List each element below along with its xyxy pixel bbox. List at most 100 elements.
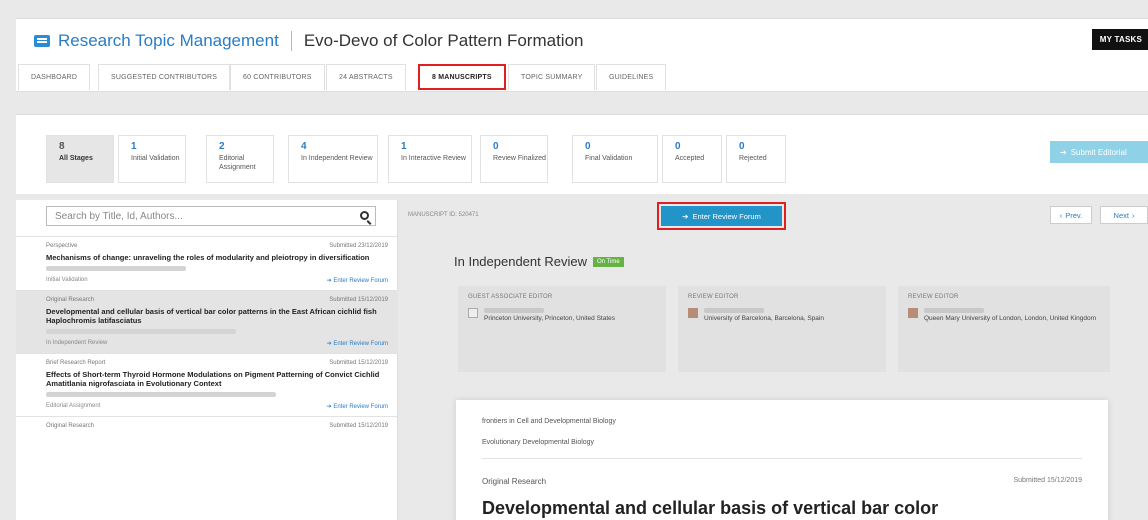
manuscript-list-panel: Search by Title, Id, Authors... Perspect… bbox=[16, 200, 398, 520]
status-text: In Independent Review bbox=[454, 254, 587, 269]
journal-name: frontiers in Cell and Developmental Biol… bbox=[482, 418, 616, 425]
stage-label: In Independent Review bbox=[301, 155, 373, 162]
stage-filter-all[interactable]: 8 All Stages bbox=[46, 135, 114, 183]
next-label: Next bbox=[1113, 210, 1129, 220]
enter-review-forum-link[interactable]: ➔ Enter Review Forum bbox=[327, 340, 388, 347]
editor-card-review-editor-1: REVIEW EDITOR University of Barcelona, B… bbox=[678, 286, 886, 372]
stage-count: 4 bbox=[301, 141, 307, 152]
tab-suggested-contributors[interactable]: SUGGESTED CONTRIBUTORS bbox=[98, 64, 231, 90]
stage-label: Rejected bbox=[739, 155, 767, 162]
divider bbox=[482, 458, 1082, 459]
manuscript-title[interactable]: Mechanisms of change: unraveling the rol… bbox=[46, 253, 388, 262]
manuscript-detail-panel: MANUSCRIPT ID: 520471 ➔ Enter Review For… bbox=[398, 200, 1148, 520]
stage-count: 0 bbox=[675, 141, 681, 152]
editor-institution: Princeton University, Princeton, United … bbox=[484, 315, 616, 322]
stage-filter-rejected[interactable]: 0 Rejected bbox=[726, 135, 786, 183]
authors-redacted bbox=[46, 266, 186, 271]
stage-filter-interactive-review[interactable]: 1 In Interactive Review bbox=[388, 135, 472, 183]
editor-institution: University of Barcelona, Barcelona, Spai… bbox=[704, 315, 824, 322]
stage-label: Review Finalized bbox=[493, 155, 546, 162]
stage-filter-panel: 8 All Stages 1 Initial Validation 2 Edit… bbox=[16, 114, 1148, 194]
manuscript-title[interactable]: Effects of Short-term Thyroid Hormone Mo… bbox=[46, 370, 388, 388]
authors-redacted bbox=[46, 329, 236, 334]
tab-contributors[interactable]: 60 CONTRIBUTORS bbox=[230, 64, 325, 90]
search-icon[interactable] bbox=[360, 211, 369, 220]
search-input[interactable]: Search by Title, Id, Authors... bbox=[46, 206, 376, 226]
avatar bbox=[908, 308, 918, 318]
stage-count: 0 bbox=[739, 141, 745, 152]
search-placeholder: Search by Title, Id, Authors... bbox=[55, 210, 183, 222]
enter-review-forum-button[interactable]: ➔ Enter Review Forum bbox=[657, 202, 786, 230]
manuscript-type: Perspective bbox=[46, 243, 78, 249]
submit-editorial-button[interactable]: ➔ Submit Editorial bbox=[1050, 141, 1148, 163]
stage-label: Initial Validation bbox=[131, 155, 180, 162]
avatar-placeholder-icon bbox=[468, 308, 478, 318]
manuscript-title: Developmental and cellular basis of vert… bbox=[482, 498, 939, 518]
manuscript-type: Brief Research Report bbox=[46, 360, 106, 366]
stage-label: In Interactive Review bbox=[401, 155, 466, 162]
editor-role: REVIEW EDITOR bbox=[688, 294, 739, 300]
stage-label: Final Validation bbox=[585, 155, 633, 162]
enter-review-forum-link[interactable]: ➔ Enter Review Forum bbox=[327, 403, 388, 410]
editor-name-redacted bbox=[924, 308, 984, 313]
stage-label: Editorial Assignment bbox=[219, 155, 256, 171]
tab-abstracts[interactable]: 24 ABSTRACTS bbox=[326, 64, 406, 90]
list-item[interactable]: Original Research Submitted 15/12/2019 D… bbox=[16, 290, 398, 353]
editor-card-review-editor-2: REVIEW EDITOR Queen Mary University of L… bbox=[898, 286, 1110, 372]
list-item[interactable]: Original Research Submitted 15/12/2019 bbox=[16, 416, 398, 429]
link-label: Enter Review Forum bbox=[333, 341, 388, 347]
submitted-date: Submitted 15/12/2019 bbox=[329, 360, 388, 366]
app-name[interactable]: Research Topic Management bbox=[58, 31, 279, 51]
tab-manuscripts[interactable]: 8 MANUSCRIPTS bbox=[418, 64, 506, 90]
stage-count: 0 bbox=[585, 141, 591, 152]
manuscript-title[interactable]: Developmental and cellular basis of vert… bbox=[46, 307, 388, 325]
stage-count: 1 bbox=[401, 141, 407, 152]
stage-label: Accepted bbox=[675, 155, 705, 162]
stage-filter-independent-review[interactable]: 4 In Independent Review bbox=[288, 135, 378, 183]
link-label: Enter Review Forum bbox=[333, 278, 388, 284]
editor-card-guest-associate: GUEST ASSOCIATE EDITOR Princeton Univers… bbox=[458, 286, 666, 372]
article-type: Original Research bbox=[482, 477, 547, 486]
stage-filter-initial-validation[interactable]: 1 Initial Validation bbox=[118, 135, 186, 183]
editor-role: GUEST ASSOCIATE EDITOR bbox=[468, 294, 553, 300]
chevron-left-icon: ‹ bbox=[1059, 210, 1063, 220]
divider bbox=[290, 31, 292, 51]
tab-guidelines[interactable]: GUIDELINES bbox=[596, 64, 667, 90]
editor-institution: Queen Mary University of London, London,… bbox=[924, 315, 1096, 322]
manuscript-stage: Initial Validation bbox=[46, 277, 88, 283]
manuscript-stage: In Independent Review bbox=[46, 340, 108, 346]
stage-filter-editorial-assignment[interactable]: 2 Editorial Assignment bbox=[206, 135, 274, 183]
stage-count: 0 bbox=[493, 141, 499, 152]
top-bar: Research Topic Management Evo-Devo of Co… bbox=[16, 18, 1148, 62]
topic-title: Evo-Devo of Color Pattern Formation bbox=[303, 31, 584, 50]
authors-redacted bbox=[46, 392, 276, 397]
submitted-date: Submitted 15/12/2019 bbox=[1013, 477, 1083, 484]
enter-forum-label: Enter Review Forum bbox=[692, 211, 761, 221]
tab-dashboard[interactable]: DASHBOARD bbox=[18, 64, 91, 90]
list-item[interactable]: Brief Research Report Submitted 15/12/20… bbox=[16, 353, 398, 416]
prev-label: Prev. bbox=[1065, 210, 1083, 220]
next-button[interactable]: Next › bbox=[1100, 206, 1148, 224]
stage-label: All Stages bbox=[59, 155, 93, 162]
stage-count: 2 bbox=[219, 141, 225, 152]
link-label: Enter Review Forum bbox=[333, 404, 388, 410]
chevron-right-icon: › bbox=[1131, 210, 1135, 220]
list-item[interactable]: Perspective Submitted 23/12/2019 Mechani… bbox=[16, 236, 398, 290]
review-status: In Independent Review On Time bbox=[454, 254, 624, 269]
stage-filter-final-validation[interactable]: 0 Final Validation bbox=[572, 135, 658, 183]
status-badge: On Time bbox=[592, 256, 624, 267]
stage-filter-review-finalized[interactable]: 0 Review Finalized bbox=[480, 135, 548, 183]
tab-topic-summary[interactable]: TOPIC SUMMARY bbox=[508, 64, 596, 90]
submit-editorial-label: Submit Editorial bbox=[1070, 147, 1127, 157]
my-tasks-button[interactable]: MY TASKS bbox=[1091, 29, 1148, 50]
editor-role: REVIEW EDITOR bbox=[908, 294, 959, 300]
prev-button[interactable]: ‹ Prev. bbox=[1050, 206, 1092, 224]
stage-count: 8 bbox=[59, 141, 65, 152]
journal-section: Evolutionary Developmental Biology bbox=[482, 439, 595, 446]
enter-review-forum-link[interactable]: ➔ Enter Review Forum bbox=[327, 277, 388, 284]
manuscript-type: Original Research bbox=[46, 423, 95, 429]
manuscript-stage: Editorial Assignment bbox=[46, 403, 101, 409]
manuscript-preview-card: frontiers in Cell and Developmental Biol… bbox=[456, 400, 1108, 520]
stage-filter-accepted[interactable]: 0 Accepted bbox=[662, 135, 722, 183]
app-logo-icon bbox=[34, 35, 50, 47]
